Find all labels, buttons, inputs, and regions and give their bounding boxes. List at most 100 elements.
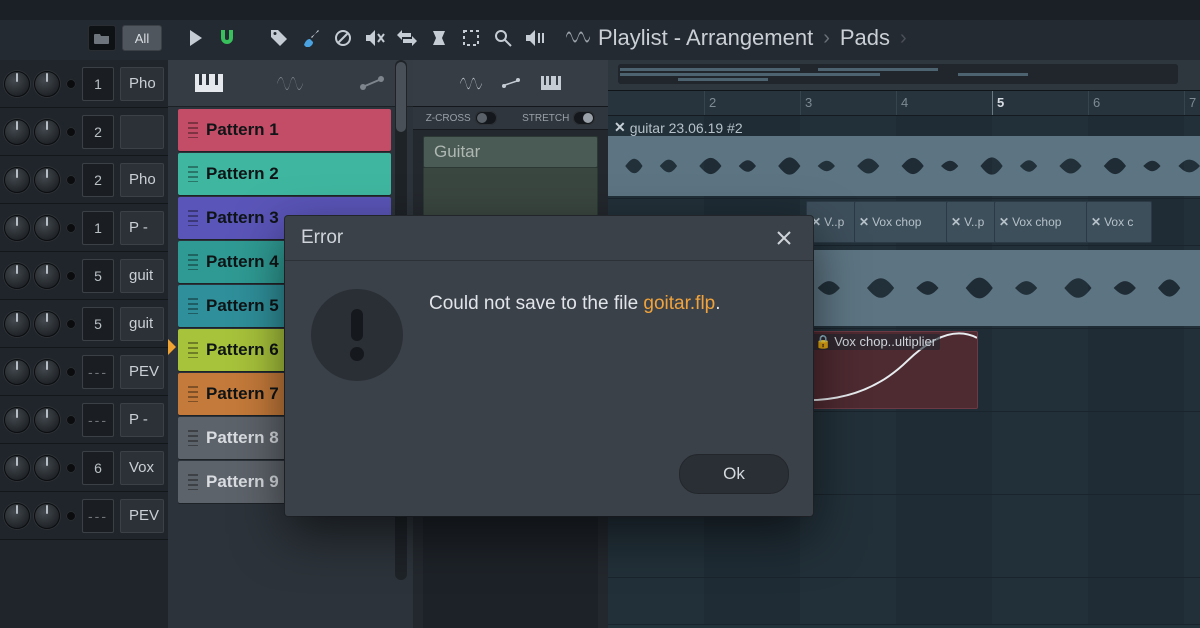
mute-led[interactable] [66, 415, 76, 425]
tab-piano-roll-icon[interactable] [182, 65, 236, 101]
pan-knob[interactable] [4, 167, 30, 193]
channel-name[interactable]: P - [120, 211, 164, 245]
mixer-track-number[interactable]: --- [82, 403, 114, 437]
channel-name[interactable]: PEV [120, 355, 164, 389]
ok-button[interactable]: Ok [679, 454, 789, 494]
clip-pianoroll-icon[interactable] [538, 70, 564, 96]
play-icon[interactable] [182, 25, 208, 51]
pan-knob[interactable] [4, 407, 30, 433]
pattern-item[interactable]: Pattern 2 [178, 153, 391, 195]
mute-led[interactable] [66, 511, 76, 521]
vol-knob[interactable] [34, 71, 60, 97]
channel-row[interactable]: ---PEV [0, 348, 168, 396]
zcross-toggle[interactable]: Z-CROSS [426, 111, 497, 125]
vol-knob[interactable] [34, 407, 60, 433]
mixer-track-number[interactable]: 5 [82, 307, 114, 341]
brush-icon[interactable] [298, 25, 324, 51]
browser-all-chip[interactable]: All [122, 25, 162, 51]
breadcrumb-sub[interactable]: Pads [840, 25, 890, 51]
clip-name-field[interactable]: Guitar [423, 136, 598, 168]
browser-folder-button[interactable] [88, 25, 116, 51]
vol-knob[interactable] [34, 167, 60, 193]
mixer-track-number[interactable]: 2 [82, 115, 114, 149]
channel-name[interactable]: PEV [120, 499, 164, 533]
vol-knob[interactable] [34, 215, 60, 241]
snap-magnet-icon[interactable] [214, 25, 240, 51]
channel-row[interactable]: 5guit [0, 252, 168, 300]
pan-knob[interactable] [4, 263, 30, 289]
vol-knob[interactable] [34, 119, 60, 145]
selection-icon[interactable] [458, 25, 484, 51]
mixer-track-number[interactable]: --- [82, 499, 114, 533]
pan-knob[interactable] [4, 71, 30, 97]
pan-knob[interactable] [4, 311, 30, 337]
channel-row[interactable]: 6Vox [0, 444, 168, 492]
channel-row[interactable]: 2 [0, 108, 168, 156]
slip-icon[interactable] [426, 25, 452, 51]
tab-audio-icon[interactable] [263, 65, 317, 101]
clip-audio-icon[interactable] [458, 70, 484, 96]
vol-knob[interactable] [34, 455, 60, 481]
channel-row[interactable]: ---PEV [0, 492, 168, 540]
close-icon: ✕ [614, 119, 626, 136]
channel-name[interactable]: guit [120, 307, 164, 341]
pan-knob[interactable] [4, 119, 30, 145]
vol-knob[interactable] [34, 263, 60, 289]
mute-led[interactable] [66, 319, 76, 329]
mute-led[interactable] [66, 271, 76, 281]
pan-knob[interactable] [4, 455, 30, 481]
vol-knob[interactable] [34, 503, 60, 529]
channel-row[interactable]: ---P - [0, 396, 168, 444]
breadcrumb-section[interactable]: Playlist - Arrangement [598, 25, 813, 51]
mixer-track-number[interactable]: 2 [82, 163, 114, 197]
mute-led[interactable] [66, 463, 76, 473]
pan-knob[interactable] [4, 503, 30, 529]
mute-speaker-icon[interactable] [362, 25, 388, 51]
swap-arrows-icon[interactable] [394, 25, 420, 51]
clip-automation-icon[interactable] [498, 70, 524, 96]
playlist-track[interactable]: ✕guitar 23.06.19 #2 [608, 116, 1200, 199]
preview-audio-icon[interactable] [522, 25, 548, 51]
pattern-clip[interactable]: ✕Vox chop [994, 201, 1094, 243]
playlist-track[interactable] [608, 578, 1200, 625]
channel-row[interactable]: 1P - [0, 204, 168, 252]
disable-circle-icon[interactable] [330, 25, 356, 51]
channel-name[interactable]: Vox [120, 451, 164, 485]
playlist-minimap[interactable] [608, 60, 1200, 91]
mixer-track-number[interactable]: 5 [82, 259, 114, 293]
vol-knob[interactable] [34, 311, 60, 337]
pattern-item[interactable]: Pattern 1 [178, 109, 391, 151]
mixer-track-number[interactable]: --- [82, 355, 114, 389]
mute-led[interactable] [66, 175, 76, 185]
channel-name[interactable] [120, 115, 164, 149]
channel-name[interactable]: Pho [120, 163, 164, 197]
pan-knob[interactable] [4, 215, 30, 241]
mute-led[interactable] [66, 223, 76, 233]
tag-icon[interactable] [266, 25, 292, 51]
dialog-message: Could not save to the file goitar.flp. [429, 285, 787, 318]
dialog-close-button[interactable] [771, 225, 797, 251]
channel-name[interactable]: guit [120, 259, 164, 293]
mute-led[interactable] [66, 79, 76, 89]
mixer-track-number[interactable]: 1 [82, 211, 114, 245]
pattern-label: Pattern 5 [206, 296, 279, 316]
pattern-clip[interactable]: ✕Vox chop [854, 201, 954, 243]
vol-knob[interactable] [34, 359, 60, 385]
channel-row[interactable]: 1Pho [0, 60, 168, 108]
channel-name[interactable]: P - [120, 403, 164, 437]
channel-row[interactable]: 2Pho [0, 156, 168, 204]
pan-knob[interactable] [4, 359, 30, 385]
automation-clip[interactable]: 🔒Vox chop..ultiplier [806, 331, 978, 409]
mixer-track-number[interactable]: 6 [82, 451, 114, 485]
pattern-clip[interactable]: ✕Vox c [1086, 201, 1152, 243]
channel-row[interactable]: 5guit [0, 300, 168, 348]
tab-automation-icon[interactable] [345, 65, 399, 101]
channel-name[interactable]: Pho [120, 67, 164, 101]
grip-icon [188, 166, 198, 182]
playlist-ruler[interactable]: 234567 [608, 91, 1200, 116]
mixer-track-number[interactable]: 1 [82, 67, 114, 101]
zoom-icon[interactable] [490, 25, 516, 51]
mute-led[interactable] [66, 367, 76, 377]
stretch-toggle[interactable]: STRETCH [522, 111, 595, 125]
mute-led[interactable] [66, 127, 76, 137]
